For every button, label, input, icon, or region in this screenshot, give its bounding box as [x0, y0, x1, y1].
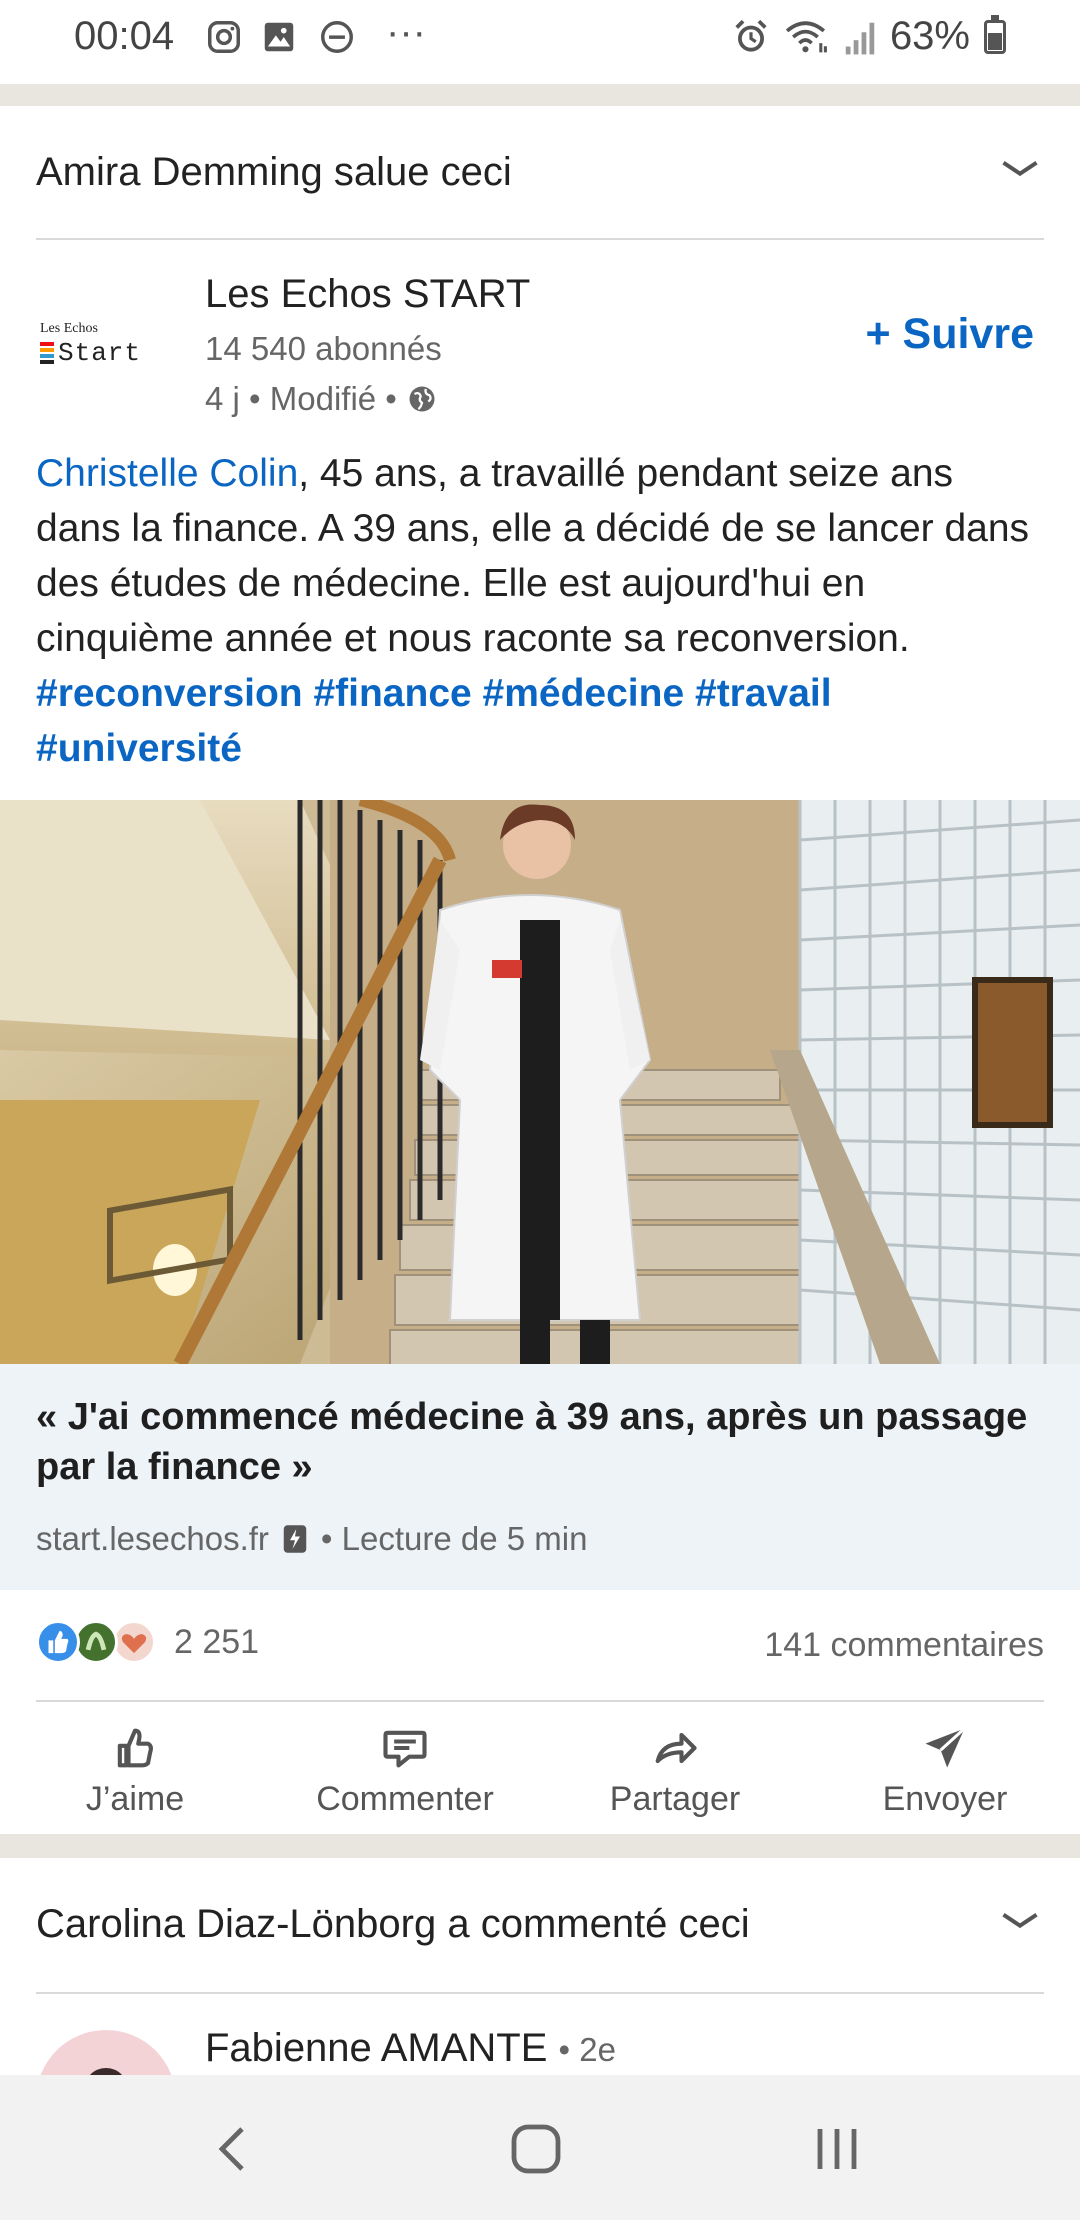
post-actions: J’aime Commenter Partager Envoyer	[0, 1710, 1080, 1830]
share-label: Partager	[609, 1780, 741, 1818]
post-image[interactable]	[0, 800, 1080, 1364]
social-context: Carolina Diaz-Lönborg a commenté ceci	[36, 1902, 750, 1947]
article-title[interactable]: « J'ai commencé médecine à 39 ans, après…	[36, 1392, 1046, 1492]
celebrate-reaction-icon	[74, 1620, 118, 1664]
globe-icon	[409, 386, 435, 412]
alarm-icon	[735, 19, 767, 52]
like-button[interactable]: J’aime	[5, 1722, 265, 1819]
recents-button[interactable]	[812, 2123, 862, 2175]
more-notifications-icon: ···	[386, 10, 426, 54]
hashtag[interactable]: #travail	[695, 672, 832, 715]
comments-count[interactable]: 141 commentaires	[764, 1626, 1044, 1665]
hashtag[interactable]: #université	[36, 727, 242, 770]
post-meta-text: 4 j • Modifié •	[205, 380, 397, 417]
like-reaction-icon	[36, 1620, 80, 1664]
connection-degree: • 2e	[558, 2031, 616, 2068]
social-actor[interactable]: Amira Demming	[36, 150, 323, 194]
love-reaction-icon	[112, 1620, 156, 1664]
social-context: Amira Demming salue ceci	[36, 150, 512, 195]
share-icon	[655, 1732, 697, 1764]
article-read-time: • Lecture de 5 min	[320, 1520, 588, 1557]
article-preview[interactable]: « J'ai commencé médecine à 39 ans, après…	[0, 1364, 1080, 1590]
post-text: Christelle Colin, 45 ans, a travaillé pe…	[36, 446, 1046, 776]
system-nav-bar	[0, 2075, 1080, 2220]
company-logo[interactable]: Les Echos Start	[40, 322, 170, 378]
post-meta: 4 j • Modifié •	[205, 380, 437, 418]
wifi-icon	[785, 20, 827, 52]
send-icon	[925, 1727, 966, 1768]
reactions-summary[interactable]: 2 251	[36, 1620, 259, 1664]
comment-icon	[383, 1730, 427, 1768]
like-label: J’aime	[85, 1780, 185, 1818]
follow-button[interactable]: + Suivre	[865, 310, 1034, 359]
commenter-name-line: Fabienne AMANTE • 2e	[205, 2026, 616, 2071]
social-actor[interactable]: Carolina Diaz-Lönborg	[36, 1902, 436, 1946]
home-button[interactable]	[508, 2121, 564, 2177]
signal-icon	[845, 22, 875, 54]
do-not-disturb-icon	[321, 21, 353, 53]
chevron-down-icon[interactable]	[998, 148, 1042, 192]
battery-percent: 63%	[889, 14, 970, 58]
send-button[interactable]: Envoyer	[815, 1722, 1075, 1819]
amp-lightning-icon	[283, 1525, 307, 1553]
comment-button[interactable]: Commenter	[275, 1722, 535, 1819]
author-followers: 14 540 abonnés	[205, 330, 442, 367]
hashtag[interactable]: #médecine	[483, 672, 685, 715]
author-name[interactable]: Les Echos START	[205, 272, 530, 317]
comment-label: Commenter	[316, 1780, 494, 1818]
hashtag[interactable]: #reconversion	[36, 672, 303, 715]
commenter-name[interactable]: Fabienne AMANTE	[205, 2026, 547, 2070]
social-action: salue ceci	[322, 150, 512, 194]
divider	[36, 238, 1044, 240]
like-icon	[117, 1728, 153, 1768]
stairwell-photo	[0, 800, 1080, 1364]
chevron-down-icon[interactable]	[998, 1900, 1042, 1944]
back-button[interactable]	[212, 2123, 252, 2175]
logo-text-main: Start	[58, 338, 142, 368]
instagram-icon	[208, 21, 240, 53]
reactions-count[interactable]: 2 251	[174, 1623, 259, 1662]
send-label: Envoyer	[882, 1780, 1008, 1818]
article-source: start.lesechos.fr	[36, 1520, 269, 1557]
social-action: a commenté ceci	[436, 1902, 750, 1946]
divider	[36, 1700, 1044, 1702]
hashtag[interactable]: #finance	[313, 672, 471, 715]
gallery-icon	[264, 22, 294, 52]
clock: 00:04	[74, 14, 175, 58]
status-right: 63%	[732, 14, 1006, 59]
battery-icon	[984, 14, 1006, 54]
divider	[36, 1992, 1044, 1994]
mention-link[interactable]: Christelle Colin	[36, 452, 298, 495]
article-meta: start.lesechos.fr • Lecture de 5 min	[36, 1520, 587, 1558]
status-bar: 00:04 ··· 63%	[0, 0, 1080, 84]
logo-text-top: Les Echos	[40, 321, 98, 336]
share-button[interactable]: Partager	[545, 1722, 805, 1819]
